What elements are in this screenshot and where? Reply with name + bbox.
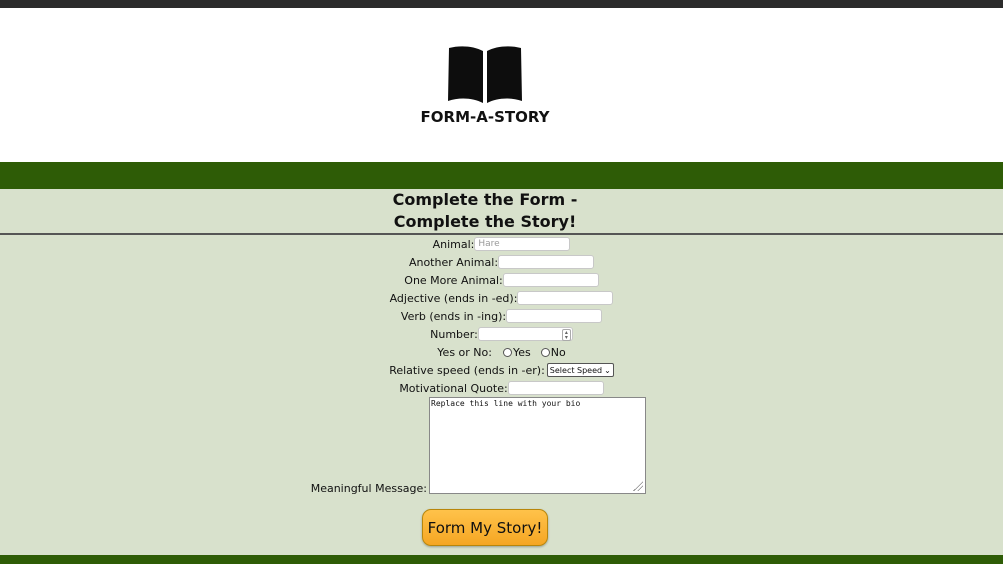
quote-label: Motivational Quote: bbox=[399, 381, 508, 395]
message-label: Meaningful Message: bbox=[310, 482, 427, 495]
bottom-green-bar bbox=[0, 555, 1003, 564]
verb-input[interactable] bbox=[506, 309, 603, 323]
heading-divider bbox=[0, 233, 1003, 235]
speed-row: Relative speed (ends in -er): Select Spe… bbox=[0, 362, 1003, 378]
adjective-label: Adjective (ends in -ed): bbox=[389, 291, 518, 305]
one-more-animal-row: One More Animal: bbox=[0, 272, 1003, 288]
adjective-row: Adjective (ends in -ed): bbox=[0, 290, 1003, 306]
animal-row: Animal: Hare bbox=[0, 236, 1003, 252]
another-animal-row: Another Animal: bbox=[0, 254, 1003, 270]
number-row: Number: ▴ ▾ bbox=[0, 326, 1003, 342]
quote-row: Motivational Quote: bbox=[0, 380, 1003, 396]
form-heading-line2: Complete the Story! bbox=[393, 212, 577, 231]
speed-select-value: Select Speed bbox=[549, 365, 603, 375]
number-input[interactable]: ▴ ▾ bbox=[477, 327, 573, 341]
form-heading: Complete the Form - Complete the Story! bbox=[0, 189, 970, 233]
number-spinner-icon[interactable]: ▴ ▾ bbox=[561, 329, 571, 341]
brand-title: FORM-A-STORY bbox=[420, 108, 550, 126]
yes-no-label: Yes or No: bbox=[437, 345, 492, 359]
speed-label: Relative speed (ends in -er): bbox=[389, 363, 545, 377]
another-animal-input[interactable] bbox=[498, 255, 595, 269]
another-animal-label: Another Animal: bbox=[408, 255, 499, 269]
browser-top-strip bbox=[0, 0, 1003, 8]
message-textarea[interactable]: Replace this line with your bio bbox=[429, 397, 646, 494]
resize-handle-icon[interactable] bbox=[633, 481, 643, 491]
no-option-label: No bbox=[550, 345, 566, 359]
yes-option-label: Yes bbox=[512, 345, 531, 359]
one-more-animal-label: One More Animal: bbox=[404, 273, 503, 287]
quote-input[interactable] bbox=[507, 381, 604, 395]
yes-no-row: Yes or No: Yes No bbox=[0, 344, 1003, 360]
chevron-down-icon: ⌄ bbox=[604, 365, 611, 375]
speed-select[interactable]: Select Speed ⌄ bbox=[546, 363, 614, 377]
book-icon bbox=[448, 46, 522, 103]
top-green-bar bbox=[0, 162, 1003, 189]
adjective-input[interactable] bbox=[517, 291, 614, 305]
animal-label: Animal: bbox=[432, 237, 475, 251]
no-radio[interactable] bbox=[540, 347, 550, 357]
animal-input[interactable]: Hare bbox=[474, 237, 571, 251]
number-label: Number: bbox=[430, 327, 478, 341]
yes-radio[interactable] bbox=[502, 347, 512, 357]
form-heading-line1: Complete the Form - bbox=[392, 190, 578, 209]
verb-label: Verb (ends in -ing): bbox=[400, 309, 507, 323]
one-more-animal-input[interactable] bbox=[502, 273, 599, 287]
message-text: Replace this line with your bio bbox=[431, 399, 581, 408]
form-my-story-button[interactable]: Form My Story! bbox=[422, 509, 548, 546]
verb-row: Verb (ends in -ing): bbox=[0, 308, 1003, 324]
